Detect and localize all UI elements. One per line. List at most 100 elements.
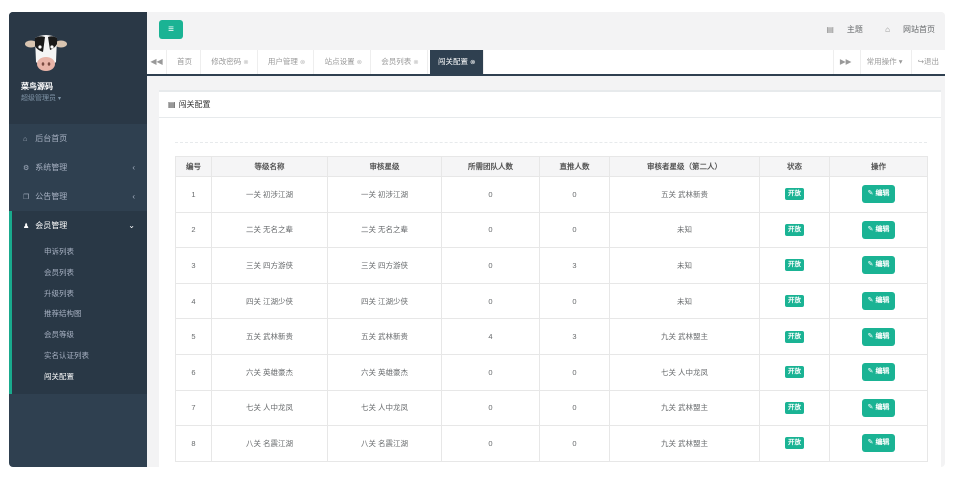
logout-label: 退出	[924, 57, 939, 66]
edit-button[interactable]: ✎ 编辑	[861, 185, 896, 204]
status-badge: 开放	[785, 295, 804, 308]
submenu-item-member-levels[interactable]: 会员等级	[12, 325, 147, 346]
user-role-dropdown[interactable]: 超级管理员 ▾	[21, 93, 61, 103]
sidebar-item-label: 后台首页	[35, 134, 68, 143]
panel-header: ▤ 闯关配置	[159, 92, 941, 118]
admin-window: 菜鸟源码 超级管理员▾ ⌂ 后台首页 ⚙ 系统管理 ‹ ❐ 公告管理 ‹ ♟	[9, 12, 945, 467]
tab-member-list[interactable]: 会员列表 ⊗	[373, 50, 428, 74]
table-row: 1 一关 初涉江湖 一关 初涉江湖 0 0 五关 武林新贵 开放 ✎ 编辑	[175, 176, 928, 213]
cell-reviewer-star: 九关 武林盟主	[609, 318, 760, 355]
tab-close-icon[interactable]: ⊗	[243, 59, 248, 66]
cell-team-size: 0	[441, 282, 540, 320]
theme-link[interactable]: ▤ 主题	[816, 25, 863, 34]
cell-status: 开放	[759, 247, 830, 284]
cell-actions: ✎ 编辑	[829, 247, 928, 284]
cell-id: 4	[175, 282, 212, 320]
cell-id: 3	[175, 247, 212, 284]
tab-close-icon[interactable]: ⊗	[357, 59, 362, 66]
edit-button[interactable]: ✎ 编辑	[861, 292, 896, 311]
theme-label: 主题	[846, 25, 863, 34]
cell-id: 7	[175, 389, 212, 427]
col-header-reviewer-star: 审核者星级（第二人）	[609, 156, 760, 177]
table-row: 2 二关 无名之辈 二关 无名之辈 0 0 未知 开放 ✎ 编辑	[175, 211, 928, 249]
sidebar-item-dashboard[interactable]: ⌂ 后台首页	[9, 124, 147, 153]
cell-review-star: 四关 江湖少侠	[327, 282, 442, 320]
edit-label: 编辑	[875, 225, 890, 233]
home-icon: ⌂	[23, 136, 28, 143]
sidebar-item-announcements[interactable]: ❐ 公告管理 ‹	[9, 182, 147, 211]
pencil-icon: ✎	[867, 225, 874, 233]
tab-change-password[interactable]: 修改密码 ⊗	[203, 50, 258, 74]
cell-direct-refs: 3	[539, 247, 610, 284]
cell-actions: ✎ 编辑	[829, 389, 928, 427]
tab-close-icon[interactable]: ⊗	[300, 59, 305, 66]
edit-button[interactable]: ✎ 编辑	[861, 398, 896, 417]
tab-level-config[interactable]: 闯关配置 ⊗	[429, 50, 485, 74]
tab-site-settings[interactable]: 站点设置 ⊗	[317, 50, 372, 74]
cell-status: 开放	[759, 176, 830, 213]
status-badge: 开放	[785, 223, 804, 236]
pencil-icon: ✎	[867, 439, 874, 447]
col-header-actions: 操作	[829, 156, 928, 177]
logout-button[interactable]: ↪退出	[910, 50, 945, 74]
edit-button[interactable]: ✎ 编辑	[861, 220, 896, 239]
hamburger-icon: ≡	[168, 24, 174, 35]
tab-user-management[interactable]: 用户管理 ⊗	[260, 50, 315, 74]
pencil-icon: ✎	[867, 368, 874, 376]
cell-id: 6	[175, 353, 212, 391]
status-badge: 开放	[785, 330, 804, 343]
tabs-scroll-left-icon[interactable]: ◀◀	[147, 50, 167, 74]
edit-label: 编辑	[875, 297, 890, 305]
divider	[175, 142, 927, 143]
tab-close-icon[interactable]: ⊗	[470, 59, 475, 66]
content-panel: ▤ 闯关配置 编号 等级名称 审核星级 所需团队人数 直推人数 审核者星级（第二人…	[159, 90, 941, 467]
table-body: 1 一关 初涉江湖 一关 初涉江湖 0 0 五关 武林新贵 开放 ✎ 编辑 2 二关 无名之辈 二关 …	[175, 176, 928, 462]
status-badge: 开放	[785, 366, 804, 379]
submenu-item-upgrades[interactable]: 升级列表	[12, 284, 147, 305]
cow-avatar[interactable]	[25, 32, 67, 76]
cell-direct-refs: 0	[539, 389, 610, 427]
common-ops-dropdown[interactable]: 常用操作 ▾	[859, 50, 909, 74]
user-role: 超级管理员	[21, 95, 56, 102]
cell-reviewer-star: 九关 武林盟主	[609, 425, 760, 462]
table-row: 5 五关 武林新贵 五关 武林新贵 4 3 九关 武林盟主 开放 ✎ 编辑	[175, 318, 928, 355]
submenu-item-member-list[interactable]: 会员列表	[12, 263, 147, 284]
tab-close-icon[interactable]: ⊗	[413, 59, 418, 66]
username[interactable]: 菜鸟源码	[21, 81, 53, 92]
cell-actions: ✎ 编辑	[829, 211, 928, 249]
cell-actions: ✎ 编辑	[829, 353, 928, 391]
cell-actions: ✎ 编辑	[829, 425, 928, 462]
edit-button[interactable]: ✎ 编辑	[861, 363, 896, 382]
sidebar-item-label: 公告管理	[35, 192, 68, 201]
cell-id: 1	[175, 176, 212, 213]
cell-team-size: 0	[441, 176, 540, 213]
col-header-review-star: 审核星级	[327, 156, 442, 177]
cell-level-name: 四关 江湖少侠	[211, 282, 328, 320]
sidebar-item-members[interactable]: ♟ 会员管理 ⌄	[9, 211, 147, 240]
submenu-item-appeals[interactable]: 申诉列表	[12, 242, 147, 263]
tab-label: 闯关配置	[437, 57, 468, 66]
cell-review-star: 七关 人中龙凤	[327, 389, 442, 427]
edit-button[interactable]: ✎ 编辑	[861, 434, 896, 453]
status-badge: 开放	[785, 259, 804, 272]
pencil-icon: ✎	[867, 261, 874, 269]
submenu-item-level-config[interactable]: 闯关配置	[12, 367, 147, 388]
submenu-item-verification[interactable]: 实名认证列表	[12, 346, 147, 367]
col-header-direct-refs: 直推人数	[539, 156, 610, 177]
submenu-item-referral-tree[interactable]: 推荐结构图	[12, 304, 147, 325]
edit-button[interactable]: ✎ 编辑	[861, 327, 896, 346]
cell-actions: ✎ 编辑	[829, 176, 928, 213]
cell-reviewer-star: 未知	[609, 211, 760, 249]
tabs-scroll-right-icon[interactable]: ▶▶	[832, 50, 858, 74]
chevron-left-icon: ‹	[132, 192, 135, 201]
menu-toggle-button[interactable]: ≡	[159, 20, 183, 39]
sidebar-item-system[interactable]: ⚙ 系统管理 ‹	[9, 153, 147, 182]
cell-level-name: 一关 初涉江湖	[211, 176, 328, 213]
chevron-down-icon: ⌄	[128, 221, 135, 230]
user-icon: ♟	[23, 223, 30, 230]
cell-reviewer-star: 九关 武林盟主	[609, 389, 760, 427]
site-home-link[interactable]: ⌂ 网站首页	[875, 25, 935, 34]
tab-home[interactable]: 首页	[169, 50, 201, 74]
edit-button[interactable]: ✎ 编辑	[861, 256, 896, 275]
chevron-left-icon: ‹	[132, 163, 135, 172]
